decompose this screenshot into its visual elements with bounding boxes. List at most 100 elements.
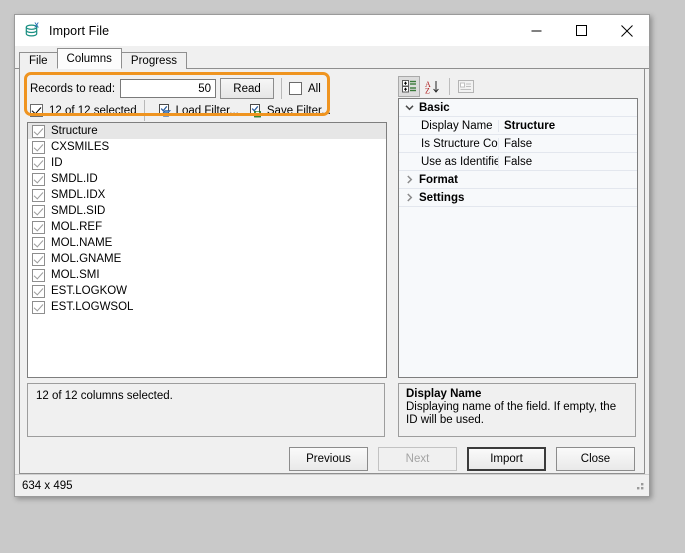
column-name: SMDL.SID [51, 205, 105, 217]
column-name: SMDL.IDX [51, 189, 105, 201]
all-checkbox-wrap[interactable]: All [289, 82, 321, 95]
column-name: MOL.REF [51, 221, 102, 233]
svg-text:Z: Z [425, 86, 430, 94]
chevron-right-icon[interactable] [399, 175, 419, 184]
categorized-view-button[interactable] [398, 76, 420, 97]
close-button-dialog[interactable]: Close [556, 447, 635, 471]
column-name: MOL.SMI [51, 269, 100, 281]
property-name: Display Name [399, 120, 499, 132]
column-checkbox[interactable] [32, 301, 45, 314]
tab-columns[interactable]: Columns [57, 48, 122, 69]
selected-count-label: 12 of 12 selected [49, 105, 137, 117]
save-filter-label: Save Filter... [267, 105, 331, 117]
list-item[interactable]: EST.LOGKOW [28, 283, 386, 299]
column-name: CXSMILES [51, 141, 109, 153]
tab-file[interactable]: File [19, 52, 58, 69]
property-value[interactable]: False [499, 156, 532, 168]
maximize-button[interactable] [559, 15, 604, 46]
property-pages-icon [458, 80, 474, 93]
column-checkbox[interactable] [32, 221, 45, 234]
chevron-down-icon[interactable] [399, 103, 419, 112]
records-to-read-input[interactable] [120, 79, 216, 98]
all-label: All [308, 83, 321, 95]
columns-list[interactable]: Structure CXSMILES ID SMDL.ID SMDL.IDX S… [27, 122, 387, 378]
list-item[interactable]: SMDL.IDX [28, 187, 386, 203]
help-title: Display Name [406, 388, 628, 400]
column-checkbox[interactable] [32, 157, 45, 170]
window-size-text: 634 x 495 [22, 480, 73, 492]
column-checkbox[interactable] [32, 205, 45, 218]
all-checkbox[interactable] [289, 82, 302, 95]
dialog-button-row: Previous Next Import Close [20, 447, 644, 471]
sort-alphabetical-button[interactable]: A Z [421, 76, 443, 97]
property-group-settings[interactable]: Settings [399, 189, 637, 207]
selection-status-box: 12 of 12 columns selected. [27, 383, 385, 437]
property-grid-toolbar: A Z [398, 75, 636, 98]
import-button[interactable]: Import [467, 447, 546, 471]
property-name: Use as Identifie [399, 156, 499, 168]
list-item[interactable]: MOL.SMI [28, 267, 386, 283]
load-filter-icon [158, 104, 173, 118]
minimize-icon [531, 25, 542, 36]
list-item[interactable]: MOL.REF [28, 219, 386, 235]
property-value[interactable]: Structure [499, 120, 555, 132]
column-checkbox[interactable] [32, 269, 45, 282]
property-row[interactable]: Display Name Structure [399, 117, 637, 135]
records-toolbar: Records to read: Read All [30, 78, 321, 99]
column-checkbox[interactable] [32, 173, 45, 186]
select-all-columns-checkbox[interactable] [30, 104, 43, 117]
title-bar: X Import File [15, 15, 649, 46]
close-button[interactable] [604, 15, 649, 46]
sort-alphabetical-icon: A Z [425, 80, 440, 94]
columns-panel: Records to read: Read All 12 of 12 selec… [19, 69, 645, 474]
list-item[interactable]: MOL.GNAME [28, 251, 386, 267]
column-name: SMDL.ID [51, 173, 98, 185]
list-item[interactable]: EST.LOGWSOL [28, 299, 386, 315]
column-checkbox[interactable] [32, 125, 45, 138]
save-filter-icon [249, 104, 264, 118]
column-name: MOL.GNAME [51, 253, 121, 265]
read-button[interactable]: Read [220, 78, 274, 99]
property-help-box: Display Name Displaying name of the fiel… [398, 383, 636, 437]
column-checkbox[interactable] [32, 189, 45, 202]
window-title: Import File [49, 24, 109, 38]
import-file-window: X Import File File Colu [14, 14, 650, 497]
list-item[interactable]: SMDL.SID [28, 203, 386, 219]
load-filter-button[interactable]: Load Filter... [154, 103, 243, 119]
database-import-icon: X [24, 22, 42, 40]
categorized-view-icon [402, 80, 417, 93]
property-row[interactable]: Is Structure Colu False [399, 135, 637, 153]
property-group-label: Basic [419, 102, 450, 114]
property-pages-button[interactable] [455, 76, 477, 97]
list-item[interactable]: SMDL.ID [28, 171, 386, 187]
column-checkbox[interactable] [32, 285, 45, 298]
property-group-basic[interactable]: Basic [399, 99, 637, 117]
list-item[interactable]: CXSMILES [28, 139, 386, 155]
column-checkbox[interactable] [32, 237, 45, 250]
resize-grip-icon[interactable] [632, 480, 645, 493]
column-checkbox[interactable] [32, 141, 45, 154]
column-name: Structure [51, 125, 98, 137]
selection-status-text: 12 of 12 columns selected. [36, 390, 173, 402]
column-checkbox[interactable] [32, 253, 45, 266]
list-item[interactable]: Structure [28, 123, 386, 139]
maximize-icon [576, 25, 587, 36]
property-name: Is Structure Colu [399, 138, 499, 150]
property-grid[interactable]: Basic Display Name Structure Is Structur… [398, 98, 638, 378]
previous-button[interactable]: Previous [289, 447, 368, 471]
list-item[interactable]: MOL.NAME [28, 235, 386, 251]
select-all-columns-wrap[interactable]: 12 of 12 selected [30, 104, 137, 117]
save-filter-button[interactable]: Save Filter... [245, 103, 335, 119]
records-to-read-label: Records to read: [30, 83, 115, 95]
property-value[interactable]: False [499, 138, 532, 150]
property-row[interactable]: Use as Identifie False [399, 153, 637, 171]
tab-strip: File Columns Progress [15, 46, 649, 69]
tab-progress[interactable]: Progress [121, 52, 187, 69]
chevron-right-icon[interactable] [399, 193, 419, 202]
property-group-format[interactable]: Format [399, 171, 637, 189]
column-name: ID [51, 157, 63, 169]
status-bar: 634 x 495 [15, 474, 649, 496]
minimize-button[interactable] [514, 15, 559, 46]
close-icon [621, 25, 633, 37]
list-item[interactable]: ID [28, 155, 386, 171]
